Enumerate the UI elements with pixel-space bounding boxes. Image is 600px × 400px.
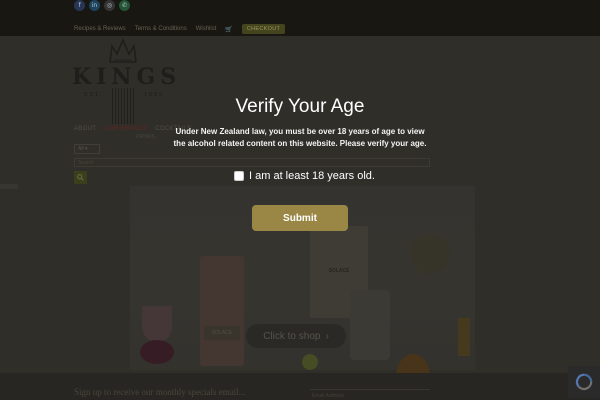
age-confirm-row[interactable]: I am at least 18 years old. xyxy=(234,170,375,182)
age-confirm-label[interactable]: I am at least 18 years old. xyxy=(249,170,375,182)
age-verification-modal: Verify Your Age Under New Zealand law, y… xyxy=(150,92,450,242)
modal-body-text: Under New Zealand law, you must be over … xyxy=(173,127,427,148)
modal-title: Verify Your Age xyxy=(235,96,365,117)
age-confirm-checkbox[interactable] xyxy=(234,171,244,181)
submit-button[interactable]: Submit xyxy=(252,205,348,231)
